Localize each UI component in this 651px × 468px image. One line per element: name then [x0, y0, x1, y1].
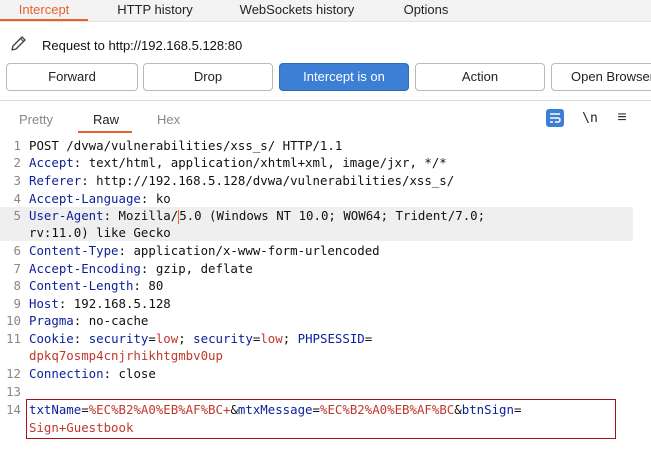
code-line-4: 4 Accept-Language: ko	[13, 191, 171, 206]
show-newlines-toggle[interactable]: \n	[580, 108, 600, 128]
tab-http-history[interactable]: HTTP history	[100, 0, 210, 21]
code-line-5-cont: rv:11.0) like Gecko	[0, 224, 633, 241]
code-line-3: 3 Referer: http://192.168.5.128/dvwa/vuln…	[13, 173, 455, 188]
request-target-bar: Request to http://192.168.5.128:80	[0, 22, 651, 60]
code-line-9: 9 Host: 192.168.5.128	[13, 296, 171, 311]
code-line-2: 2 Accept: text/html, application/xhtml+xm…	[13, 155, 447, 170]
tab-options[interactable]: Options	[384, 0, 468, 21]
pencil-icon[interactable]	[10, 34, 28, 52]
code-line-5: 5 User-Agent: Mozilla/5.0 (Windows NT 10.…	[0, 207, 633, 224]
intercept-toggle-button[interactable]: Intercept is on	[279, 63, 409, 91]
code-line-1: 1 POST /dvwa/vulnerabilities/xss_s/ HTTP/…	[13, 138, 343, 153]
code-line-13: 13	[6, 384, 21, 399]
code-line-8: 8 Content-Length: 80	[13, 278, 164, 293]
code-line-10: 10 Pragma: no-cache	[6, 313, 149, 328]
forward-button[interactable]: Forward	[6, 63, 138, 91]
code-line-7: 7 Accept-Encoding: gzip, deflate	[13, 261, 253, 276]
tab-raw[interactable]: Raw	[93, 112, 119, 127]
intercept-toolbar: Forward Drop Intercept is on Action Open…	[0, 63, 651, 93]
divider	[0, 100, 651, 101]
top-tab-bar: Intercept HTTP history WebSockets histor…	[0, 0, 651, 22]
tab-hex[interactable]: Hex	[157, 112, 180, 127]
code-line-11-cont: dpkq7osmp4cnjrhikhtgmbv0up	[29, 348, 223, 363]
code-line-6: 6 Content-Type: application/x-www-form-ur…	[13, 243, 380, 258]
hamburger-menu-icon[interactable]: ≡	[612, 108, 632, 128]
action-button[interactable]: Action	[415, 63, 545, 91]
tab-websockets-history[interactable]: WebSockets history	[222, 0, 372, 21]
code-line-11: 11 Cookie: security=low; security=low; PH…	[6, 331, 373, 346]
highlight-box	[26, 399, 616, 439]
code-line-12: 12 Connection: close	[6, 366, 156, 381]
drop-button[interactable]: Drop	[143, 63, 273, 91]
wrap-lines-icon[interactable]	[545, 108, 565, 128]
tab-pretty[interactable]: Pretty	[19, 112, 53, 127]
editor-tabs: Pretty Raw Hex \n ≡	[0, 104, 651, 134]
request-target-label: Request to http://192.168.5.128:80	[42, 38, 243, 53]
tab-intercept[interactable]: Intercept	[0, 0, 88, 21]
active-tab-underline	[78, 131, 132, 133]
open-browser-button[interactable]: Open Browser	[551, 63, 651, 91]
